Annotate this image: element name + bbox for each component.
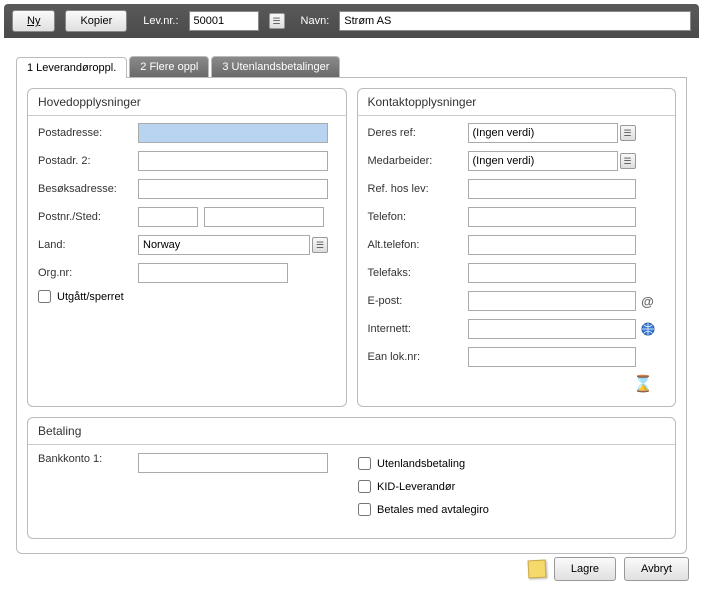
utenlandsbetaling-checkbox[interactable] [358, 457, 371, 470]
besoksadresse-input[interactable] [138, 179, 328, 199]
bankkonto1-input[interactable] [138, 453, 328, 473]
tab-utenlandsbetalinger[interactable]: 3 Utenlandsbetalinger [211, 56, 340, 77]
ref-hos-lev-input[interactable] [468, 179, 636, 199]
telefon-input[interactable] [468, 207, 636, 227]
avbryt-button[interactable]: Avbryt [624, 557, 689, 581]
ny-button[interactable]: Ny [12, 10, 55, 32]
deres-ref-input[interactable] [468, 123, 618, 143]
footer: Lagre Avbryt [528, 557, 689, 581]
betaling-header: Betaling [28, 418, 675, 445]
utgatt-label: Utgått/sperret [57, 291, 124, 303]
note-icon[interactable] [527, 560, 546, 579]
medarbeider-input[interactable] [468, 151, 618, 171]
postadr2-input[interactable] [138, 151, 328, 171]
kopier-button[interactable]: Kopier [65, 10, 127, 32]
deres-ref-label: Deres ref: [368, 127, 468, 139]
land-input[interactable] [138, 235, 310, 255]
levnr-label: Lev.nr.: [143, 15, 178, 27]
kid-label: KID-Leverandør [377, 481, 455, 493]
postadr2-label: Postadr. 2: [38, 155, 138, 167]
ean-input[interactable] [468, 347, 636, 367]
deres-ref-list-icon[interactable]: ☰ [620, 125, 636, 141]
telefon-label: Telefon: [368, 211, 468, 223]
telefaks-label: Telefaks: [368, 267, 468, 279]
postnr-label: Postnr./Sted: [38, 211, 138, 223]
navn-input[interactable] [339, 11, 691, 31]
betaling-panel: Betaling Bankkonto 1: Utenlandsbetaling … [27, 417, 676, 539]
tab-content: Hovedopplysninger Postadresse: Postadr. … [16, 78, 687, 554]
globe-icon[interactable] [640, 321, 656, 337]
ean-label: Ean lok.nr: [368, 351, 468, 363]
epost-input[interactable] [468, 291, 636, 311]
medarbeider-list-icon[interactable]: ☰ [620, 153, 636, 169]
internett-input[interactable] [468, 319, 636, 339]
tab-leverandoroppl[interactable]: 1 Leverandøroppl. [16, 57, 127, 78]
avtalegiro-label: Betales med avtalegiro [377, 504, 489, 516]
lagre-button[interactable]: Lagre [554, 557, 616, 581]
telefaks-input[interactable] [468, 263, 636, 283]
hovedopplysninger-panel: Hovedopplysninger Postadresse: Postadr. … [27, 88, 347, 407]
medarbeider-label: Medarbeider: [368, 155, 468, 167]
kontakt-header: Kontaktopplysninger [358, 89, 676, 116]
land-label: Land: [38, 239, 138, 251]
orgnr-input[interactable] [138, 263, 288, 283]
tabs: 1 Leverandøroppl. 2 Flere oppl 3 Utenlan… [16, 56, 687, 78]
internett-label: Internett: [368, 323, 468, 335]
alt-telefon-label: Alt.telefon: [368, 239, 468, 251]
epost-label: E-post: [368, 295, 468, 307]
hoved-header: Hovedopplysninger [28, 89, 346, 116]
kid-checkbox[interactable] [358, 480, 371, 493]
postadresse-label: Postadresse: [38, 127, 138, 139]
bankkonto1-label: Bankkonto 1: [38, 453, 128, 465]
land-list-icon[interactable]: ☰ [312, 237, 328, 253]
levnr-input[interactable] [189, 11, 259, 31]
utenlandsbetaling-label: Utenlandsbetaling [377, 458, 465, 470]
postadresse-input[interactable] [138, 123, 328, 143]
utgatt-checkbox[interactable] [38, 290, 51, 303]
postnr-input[interactable] [138, 207, 198, 227]
orgnr-label: Org.nr: [38, 267, 138, 279]
sted-input[interactable] [204, 207, 324, 227]
top-bar: Ny Kopier Lev.nr.: ☰ Navn: [4, 4, 699, 38]
hourglass-icon[interactable]: ⌛ [368, 374, 666, 394]
besoks-label: Besøksadresse: [38, 183, 138, 195]
tab-flere-oppl[interactable]: 2 Flere oppl [129, 56, 209, 77]
ref-hos-lev-label: Ref. hos lev: [368, 183, 468, 195]
alt-telefon-input[interactable] [468, 235, 636, 255]
kontaktopplysninger-panel: Kontaktopplysninger Deres ref: ☰ Medarbe… [357, 88, 677, 407]
navn-label: Navn: [301, 15, 330, 27]
list-icon[interactable]: ☰ [269, 13, 285, 29]
avtalegiro-checkbox[interactable] [358, 503, 371, 516]
at-icon[interactable]: @ [640, 293, 656, 309]
